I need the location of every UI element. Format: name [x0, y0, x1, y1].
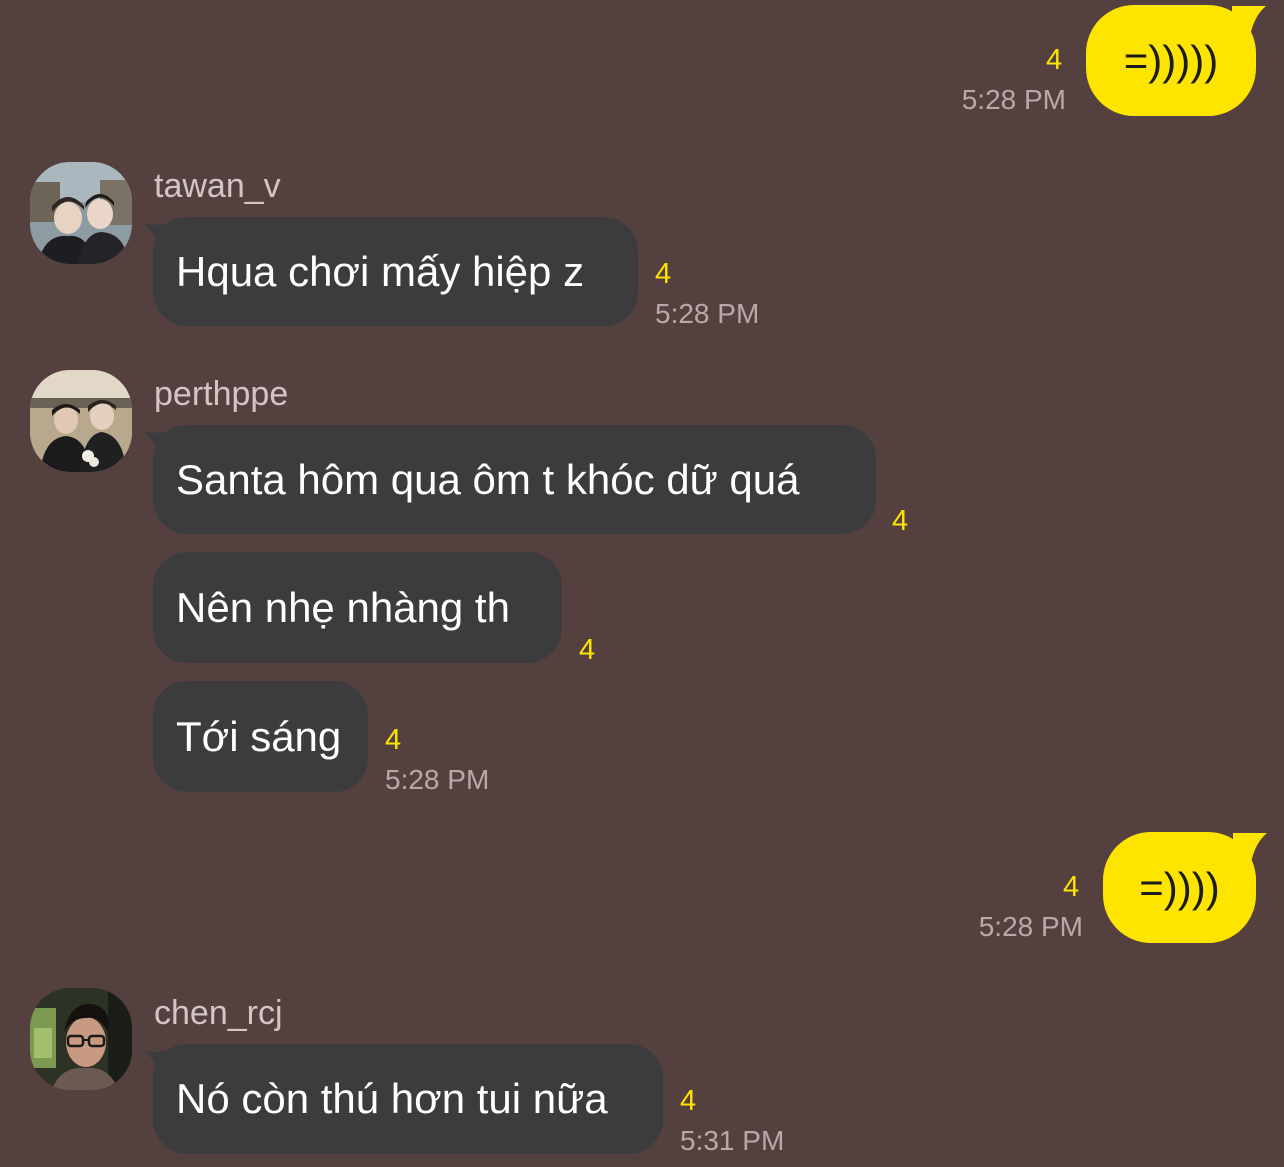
message-timestamp: 5:31 PM: [680, 1125, 785, 1156]
message-bubble[interactable]: Santa hôm qua ôm t khóc dữ quá: [153, 425, 876, 534]
unread-count: 4: [385, 724, 402, 756]
message-text: =))))): [1123, 36, 1219, 84]
sender-name: tawan_v: [154, 167, 281, 205]
unread-count: 4: [655, 258, 672, 290]
message-text: Hqua chơi mấy hiệp z: [176, 247, 585, 295]
message-text: Tới sáng: [176, 712, 342, 760]
message-bubble[interactable]: =))))): [1086, 5, 1256, 116]
unread-count: 4: [680, 1085, 697, 1117]
sender-name: perthppe: [154, 375, 289, 413]
avatar[interactable]: [30, 370, 132, 472]
unread-count: 4: [1063, 871, 1080, 903]
message-timestamp: 5:28 PM: [978, 911, 1083, 942]
avatar-photo: [30, 370, 132, 472]
sender-name: chen_rcj: [154, 994, 283, 1032]
message-timestamp: 5:28 PM: [385, 764, 490, 795]
message-text: Nó còn thú hơn tui nữa: [176, 1075, 608, 1122]
message-text: Santa hôm qua ôm t khóc dữ quá: [176, 455, 800, 503]
message-bubble[interactable]: Hqua chơi mấy hiệp z: [153, 217, 638, 326]
message-timestamp: 5:28 PM: [655, 298, 760, 329]
message-timestamp: 5:28 PM: [961, 84, 1066, 115]
unread-count: 4: [579, 634, 596, 666]
message-text: Nên nhẹ nhàng th: [176, 583, 510, 631]
message-bubble[interactable]: =)))): [1103, 832, 1256, 943]
avatar[interactable]: [30, 162, 132, 264]
unread-count: 4: [892, 505, 909, 537]
avatar[interactable]: [30, 988, 132, 1090]
avatar-photo: [30, 988, 132, 1090]
avatar-photo: [30, 162, 132, 264]
message-text: =)))): [1139, 863, 1220, 911]
unread-count: 4: [1046, 44, 1063, 76]
message-bubble[interactable]: Nên nhẹ nhàng th: [153, 552, 562, 663]
message-bubble[interactable]: Tới sáng: [153, 681, 368, 792]
message-bubble[interactable]: Nó còn thú hơn tui nữa: [153, 1044, 663, 1154]
